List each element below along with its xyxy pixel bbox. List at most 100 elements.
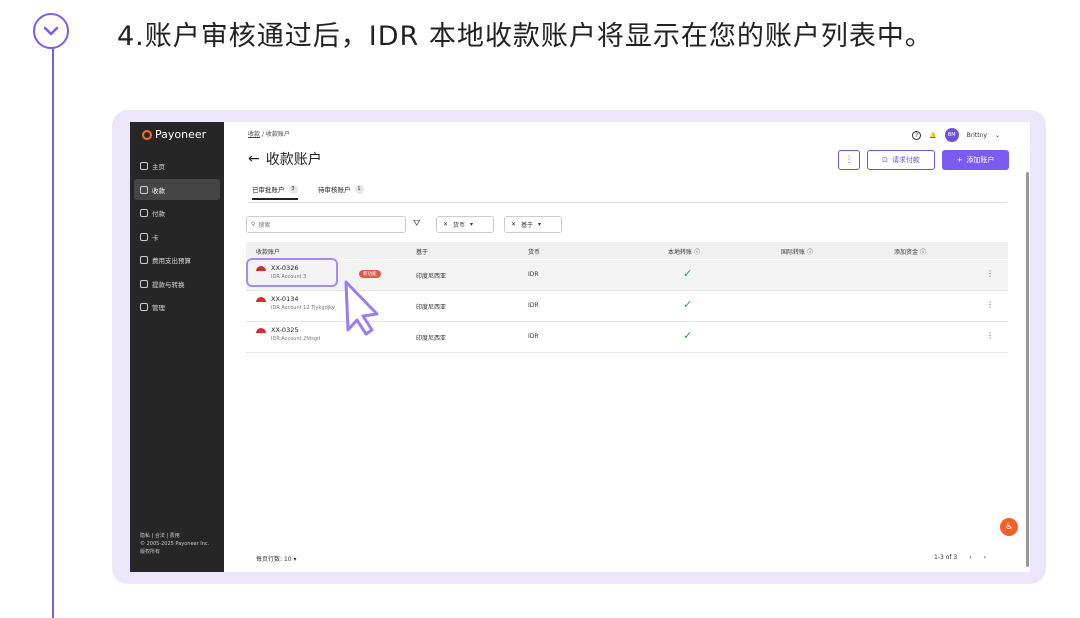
- timeline-line: [52, 48, 54, 618]
- tab-pending[interactable]: 待审核账户 1: [318, 184, 364, 194]
- budget-icon: [140, 255, 148, 264]
- back-arrow-icon[interactable]: ←: [248, 151, 260, 167]
- row-menu-icon[interactable]: ⋮: [986, 269, 994, 278]
- tab-approved[interactable]: 已审批账户 3: [252, 184, 298, 200]
- plus-icon: +: [956, 156, 963, 164]
- breadcrumb-current: 收款账户: [265, 131, 290, 138]
- scrollbar[interactable]: [1026, 172, 1029, 567]
- menu-icon: [140, 302, 148, 311]
- tab-label: 已审批账户: [252, 186, 285, 194]
- add-account-button[interactable]: + 添加账户: [942, 150, 1009, 170]
- sidebar-item-label: 收款: [152, 186, 165, 195]
- checkmark-icon: ✓: [683, 329, 693, 342]
- column-header: 本地转账 ⓘ: [668, 247, 700, 256]
- rows-per-page-value[interactable]: 10: [284, 556, 292, 563]
- caret-down-icon: ▾: [470, 221, 474, 228]
- filter-icon[interactable]: ⛛: [413, 219, 421, 229]
- account-name: IDR Account 12 Tjykgdjky: [271, 305, 335, 311]
- request-icon: ⊡: [882, 156, 888, 164]
- close-icon[interactable]: ✕: [511, 221, 516, 228]
- sidebar-item-home[interactable]: 主页: [134, 155, 220, 176]
- withdraw-icon: [140, 279, 148, 288]
- search-placeholder: 搜索: [258, 222, 271, 229]
- base-filter-chip[interactable]: ✕ 基于 ▾: [504, 216, 562, 233]
- rows-per-page-label: 每页行数:: [256, 556, 283, 563]
- request-payment-button[interactable]: ⊡ 请求付款: [867, 150, 935, 170]
- sidebar-item-manage[interactable]: 管理: [134, 296, 220, 317]
- chevron-down-icon[interactable]: ⌄: [995, 132, 1000, 139]
- footer-links[interactable]: 隐私 | 合法 | 费用: [140, 532, 209, 540]
- tab-count: 3: [288, 184, 298, 194]
- more-options-button[interactable]: ⋮: [838, 150, 860, 170]
- user-name[interactable]: Brittny: [967, 132, 987, 139]
- chevron-down-icon[interactable]: [33, 13, 69, 49]
- checkmark-icon: ✓: [683, 298, 693, 311]
- page-title-text: 收款账户: [265, 152, 322, 168]
- close-icon[interactable]: ✕: [443, 221, 448, 228]
- search-icon: ⚲: [251, 221, 256, 228]
- info-icon[interactable]: ⓘ: [807, 249, 813, 256]
- pointer-cursor-icon: [344, 280, 379, 336]
- rights-text: 版权所有: [140, 549, 161, 555]
- sidebar-item-withdraw[interactable]: 提款与转换: [134, 273, 220, 294]
- prev-page-icon[interactable]: ‹: [969, 554, 971, 561]
- tab-bar: 已审批账户 3 待审核账户 1: [248, 182, 1007, 203]
- sidebar-footer: 隐私 | 合法 | 费用 © 2005-2025 Payoneer Inc. 版…: [140, 532, 209, 556]
- caret-down-icon: ▾: [293, 556, 297, 563]
- rows-per-page[interactable]: 每页行数: 10 ▾: [256, 554, 297, 563]
- sidebar-item-card[interactable]: 卡: [134, 226, 220, 247]
- sidebar-item-receive[interactable]: 收款: [134, 179, 220, 200]
- sidebar-item-label: 提款与转换: [152, 280, 185, 289]
- account-cell: XX-0134 IDR Account 12 Tjykgdjky: [256, 295, 335, 311]
- info-icon[interactable]: ⓘ: [694, 249, 700, 256]
- main-content: 收款 / 收款账户 ? 🔔 BM Brittny ⌄ ← 收款账户 ⋮ ⊡ 请求付…: [224, 122, 1030, 572]
- column-header: 货币: [528, 249, 541, 256]
- pagination: 1-3 of 3 ‹ ›: [934, 554, 986, 561]
- search-input[interactable]: ⚲ 搜索: [246, 216, 406, 233]
- chip-label: 货币: [453, 222, 466, 229]
- accessibility-icon[interactable]: ♿: [1000, 518, 1018, 536]
- top-icons: ? 🔔 BM Brittny ⌄: [912, 128, 1000, 142]
- indonesia-flag-icon: [256, 297, 266, 302]
- column-header-label: 添加资金: [894, 249, 919, 256]
- currency-filter-chip[interactable]: ✕ 货币 ▾: [436, 216, 494, 233]
- copyright-text: © 2005-2025 Payoneer Inc.: [140, 541, 210, 547]
- avatar[interactable]: BM: [944, 128, 959, 142]
- sidebar: Payoneer 主页 收款 付款 卡 费用支出预算 提款与转换 管理 隐私 |…: [130, 122, 224, 572]
- row-menu-icon[interactable]: ⋮: [986, 300, 994, 309]
- account-number: XX-0134: [271, 295, 299, 303]
- next-page-icon[interactable]: ›: [984, 554, 986, 561]
- account-name: IDR Account 2fdsgd: [271, 336, 321, 342]
- add-account-label: 添加账户: [966, 156, 995, 164]
- bell-icon[interactable]: 🔔: [929, 132, 936, 139]
- step-title: 4.账户审核通过后，IDR 本地收款账户将显示在您的账户列表中。: [117, 21, 933, 52]
- row-menu-icon[interactable]: ⋮: [986, 331, 994, 340]
- account-cell: XX-0325 IDR Account 2fdsgd: [256, 326, 320, 342]
- logo-ring-icon: [142, 129, 152, 140]
- info-icon[interactable]: ⓘ: [920, 249, 926, 256]
- sidebar-item-pay[interactable]: 付款: [134, 202, 220, 223]
- help-icon[interactable]: ?: [912, 130, 922, 140]
- page-title: ← 收款账户: [248, 149, 322, 169]
- column-header: 添加资金 ⓘ: [894, 247, 926, 256]
- based-cell: 印度尼西亚: [416, 304, 447, 311]
- breadcrumb-link-receive[interactable]: 收款: [248, 131, 260, 138]
- sidebar-item-budget[interactable]: 费用支出预算: [134, 249, 220, 270]
- currency-cell: IDR: [528, 302, 539, 309]
- based-cell: 印度尼西亚: [416, 335, 447, 342]
- tab-label: 待审核账户: [318, 186, 351, 194]
- payoneer-logo[interactable]: Payoneer: [142, 128, 206, 141]
- payment-icon: [140, 208, 148, 217]
- breadcrumb: 收款 / 收款账户: [248, 129, 290, 138]
- column-header-label: 本地转账: [668, 249, 693, 256]
- caret-down-icon: ▾: [538, 221, 542, 228]
- logo-text: Payoneer: [155, 128, 207, 141]
- tab-count: 1: [354, 184, 364, 194]
- account-number: XX-0325: [271, 326, 299, 334]
- column-header-label: 国际转账: [781, 249, 806, 256]
- sidebar-item-label: 管理: [152, 303, 165, 312]
- table-header: 收款账户 基于 货币 本地转账 ⓘ 国际转账 ⓘ 添加资金 ⓘ: [246, 242, 1008, 259]
- currency-cell: IDR: [528, 271, 539, 278]
- new-badge: 新功能: [359, 270, 381, 278]
- request-payment-label: 请求付款: [891, 156, 920, 164]
